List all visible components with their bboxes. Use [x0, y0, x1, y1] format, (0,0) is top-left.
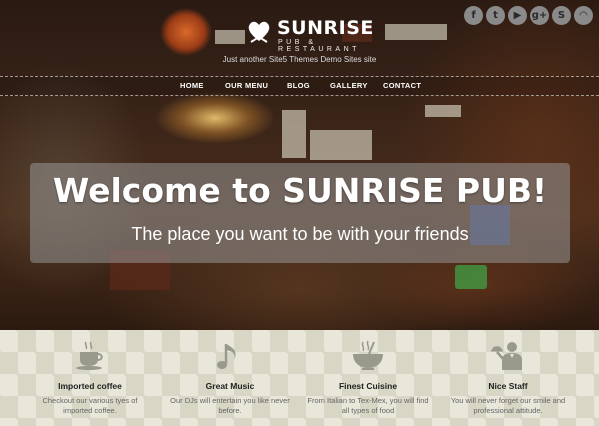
feature-text: Checkout our various tyes of imported co…: [42, 396, 138, 415]
bg-light: [455, 265, 487, 289]
features-section: Imported coffee Checkout our various tye…: [0, 330, 599, 426]
feature-text: From Italian to Tex-Mex, you will find a…: [307, 396, 429, 415]
nav-home[interactable]: HOME: [180, 81, 204, 90]
nav-blog[interactable]: BLOG: [287, 81, 310, 90]
google-plus-icon[interactable]: g+: [530, 6, 549, 25]
facebook-icon[interactable]: f: [464, 6, 483, 25]
site-tagline: Just another Site5 Themes Demo Sites sit…: [222, 55, 377, 64]
feature-title: Nice Staff: [488, 381, 528, 391]
feature-cuisine: Finest Cuisine From Italian to Tex-Mex, …: [298, 330, 438, 426]
skype-icon[interactable]: S: [552, 6, 571, 25]
feature-text: You will never forget our smile and prof…: [450, 396, 566, 415]
twitter-icon[interactable]: t: [486, 6, 505, 25]
youtube-icon[interactable]: ▶: [508, 6, 527, 25]
nav-gallery[interactable]: GALLERY: [330, 81, 368, 90]
nav-contact[interactable]: CONTACT: [383, 81, 421, 90]
main-nav: HOME OUR MENU BLOG GALLERY CONTACT: [0, 76, 599, 96]
soup-bowl-icon: [353, 340, 383, 370]
heart-utensils-icon: [248, 21, 270, 43]
feature-text: Our DJs will entertain you like never be…: [170, 396, 290, 415]
welcome-box: Welcome to SUNRISE PUB! The place you wa…: [30, 163, 570, 263]
feature-coffee: Imported coffee Checkout our various tye…: [20, 330, 160, 426]
site-logo[interactable]: SUNRISE PUB & RESTAURANT: [245, 17, 373, 53]
bg-sign: [425, 105, 461, 117]
bg-sign: [310, 130, 372, 160]
nav-our-menu[interactable]: OUR MENU: [225, 81, 268, 90]
waiter-icon: [491, 342, 522, 370]
hero-title: Welcome to SUNRISE PUB!: [52, 171, 548, 210]
feature-title: Finest Cuisine: [338, 381, 398, 391]
hero-subtitle: The place you want to be with your frien…: [131, 224, 469, 244]
bg-sign: [385, 24, 447, 40]
rss-icon[interactable]: ◠: [574, 6, 593, 25]
brand-name: SUNRISE: [277, 17, 374, 39]
hero-banner: f t ▶ g+ S ◠ SUNRISE PUB & RESTAURANT Ju…: [0, 0, 599, 330]
social-links: f t ▶ g+ S ◠: [464, 6, 593, 25]
brand-subtitle: PUB & RESTAURANT: [278, 39, 360, 53]
coffee-cup-icon: [76, 341, 103, 370]
feature-title: Great Music: [205, 381, 255, 391]
feature-staff: Nice Staff You will never forget our smi…: [438, 330, 578, 426]
feature-title: Imported coffee: [58, 381, 122, 391]
bg-sign: [282, 110, 306, 158]
feature-music: Great Music Our DJs will entertain you l…: [160, 330, 300, 426]
music-note-icon: [217, 344, 236, 369]
bg-sign: [215, 30, 245, 44]
